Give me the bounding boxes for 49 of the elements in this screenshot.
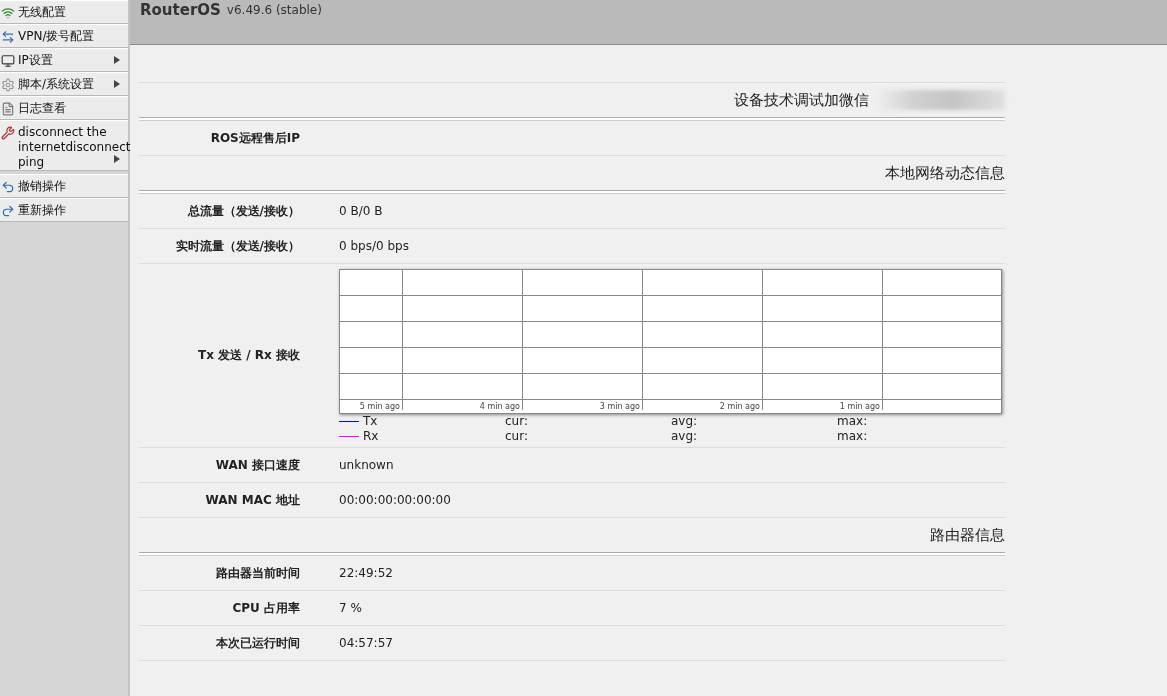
time-label: 5 min ago <box>359 402 400 411</box>
field-label: 路由器当前时间 <box>215 564 300 582</box>
section-title: 本地网络动态信息 <box>885 163 1005 183</box>
menu-item[interactable]: 日志查看 <box>0 96 128 120</box>
time-label: 4 min ago <box>479 402 520 411</box>
stat-label: max: <box>837 429 869 444</box>
field-label: WAN 接口速度 <box>214 456 300 474</box>
field-label: 实时流量（发送/接收） <box>174 237 300 255</box>
field-label: 本次已运行时间 <box>215 634 300 652</box>
field-value: 7 % <box>339 601 362 615</box>
field-value: unknown <box>339 458 394 472</box>
field-label: Tx 发送 / Rx 接收 <box>197 347 300 364</box>
field-label: CPU 占用率 <box>231 599 300 617</box>
version-label: v6.49.6 (stable) <box>226 3 322 17</box>
field-label: 总流量（发送/接收） <box>186 202 300 220</box>
section-title: 路由器信息 <box>930 525 1005 545</box>
redo-icon <box>1 204 15 218</box>
field-value: 0 B/0 B <box>339 204 383 218</box>
time-label: 3 min ago <box>599 402 640 411</box>
menu-item[interactable]: 无线配置 <box>0 0 128 24</box>
field-value: 04:57:57 <box>339 636 393 650</box>
field-label: ROS远程售后IP <box>209 129 300 147</box>
legend-name: Rx <box>363 429 379 444</box>
stat-label: max: <box>837 414 869 429</box>
menu-item[interactable]: 重新操作 <box>0 198 128 222</box>
section-title: 设备技术调试加微信 <box>734 90 869 110</box>
stat-label: avg: <box>671 429 699 444</box>
menu-item[interactable]: IP设置 <box>0 48 128 72</box>
gear-icon <box>1 78 15 92</box>
wireless-icon <box>1 6 15 20</box>
legend-name: Tx <box>363 414 378 429</box>
field-value: 22:49:52 <box>339 566 393 580</box>
menu-item[interactable]: 撤销操作 <box>0 174 128 198</box>
undo-icon <box>1 180 15 194</box>
app-title: RouterOS <box>140 1 221 19</box>
menu-item[interactable]: VPN/拨号配置 <box>0 24 128 48</box>
stat-label: cur: <box>505 414 529 429</box>
menu-item[interactable]: 脚本/系统设置 <box>0 72 128 96</box>
wrench-icon <box>1 126 15 140</box>
stat-label: avg: <box>671 414 699 429</box>
monitor-icon <box>1 54 15 68</box>
arrows-icon <box>1 30 15 44</box>
time-label: 1 min ago <box>839 402 880 411</box>
field-label: WAN MAC 地址 <box>204 491 300 509</box>
stat-label: cur: <box>505 429 529 444</box>
time-label: 2 min ago <box>719 402 760 411</box>
field-value: 0 bps/0 bps <box>339 239 409 253</box>
document-icon <box>1 102 15 116</box>
field-value: 00:00:00:00:00:00 <box>339 493 451 507</box>
